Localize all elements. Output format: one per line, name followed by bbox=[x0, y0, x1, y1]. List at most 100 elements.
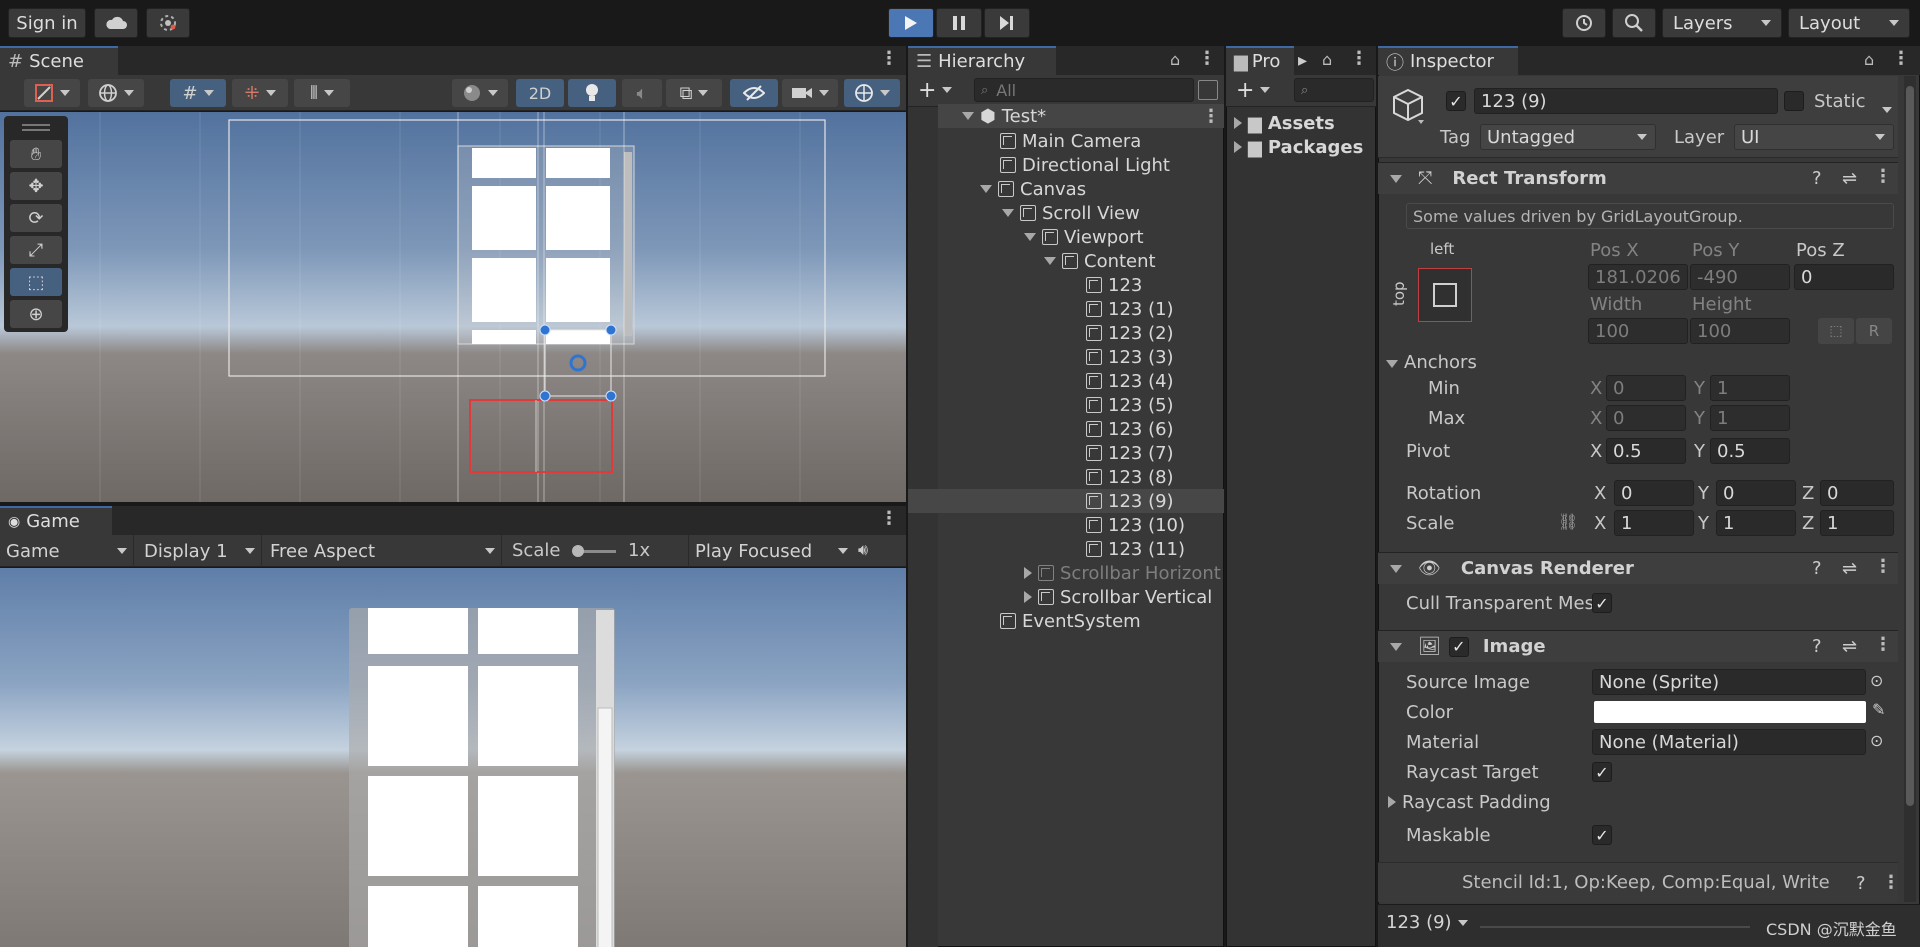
expand-icon[interactable] bbox=[1024, 591, 1032, 603]
scene-menu-icon[interactable]: ⋮ bbox=[880, 48, 898, 69]
hierarchy-item-scrollbar-vertical[interactable]: Scrollbar Vertical bbox=[1024, 585, 1212, 609]
expand-icon[interactable] bbox=[1002, 209, 1014, 217]
expand-icon[interactable] bbox=[1024, 567, 1032, 579]
mode-2d-button[interactable]: 2D bbox=[516, 79, 564, 107]
preset-icon[interactable]: ⇌ bbox=[1842, 636, 1857, 657]
help-icon[interactable]: ? bbox=[1812, 636, 1822, 657]
render-mode-button[interactable] bbox=[452, 79, 508, 107]
raycast-padding-label[interactable]: Raycast Padding bbox=[1388, 792, 1551, 813]
hierarchy-item-123-11[interactable]: 123 (11) bbox=[1086, 537, 1185, 561]
project-menu-icon[interactable]: ⋮ bbox=[1350, 48, 1368, 69]
inspector-scroll-thumb[interactable] bbox=[1906, 86, 1914, 806]
object-name-input[interactable]: 123 (9) bbox=[1474, 88, 1778, 114]
static-toggle[interactable] bbox=[1784, 91, 1804, 111]
material-field[interactable]: None (Material) bbox=[1592, 729, 1866, 755]
rot-x-field[interactable]: 0 bbox=[1614, 480, 1694, 506]
object-picker-icon[interactable]: ⊙ bbox=[1870, 731, 1883, 750]
hierarchy-item-eventsystem[interactable]: EventSystem bbox=[1000, 609, 1141, 633]
tag-dropdown[interactable]: Untagged bbox=[1480, 124, 1656, 150]
scale-slider-thumb[interactable] bbox=[572, 545, 584, 557]
anchor-preset-button[interactable] bbox=[1418, 268, 1472, 322]
layout-dropdown[interactable]: Layout bbox=[1788, 8, 1910, 38]
hierarchy-item-123-1[interactable]: 123 (1) bbox=[1086, 297, 1174, 321]
hierarchy-item-viewport[interactable]: Viewport bbox=[1024, 225, 1144, 249]
hierarchy-item-main-camera[interactable]: Main Camera bbox=[1000, 129, 1141, 153]
play-mode-dropdown[interactable]: Play Focused bbox=[688, 535, 854, 567]
posz-field[interactable]: 0 bbox=[1794, 264, 1894, 290]
hierarchy-search-input[interactable]: ⌕ All bbox=[974, 78, 1194, 102]
layers-dropdown[interactable]: Layers bbox=[1662, 8, 1782, 38]
tab-scene[interactable]: # Scene bbox=[0, 46, 118, 75]
anchors-label[interactable]: Anchors bbox=[1386, 352, 1477, 373]
project-create-button[interactable]: + bbox=[1236, 78, 1276, 103]
hierarchy-item-123-5[interactable]: 123 (5) bbox=[1086, 393, 1174, 417]
scene-viewport[interactable] bbox=[0, 112, 906, 502]
component-menu-icon[interactable]: ⋮ bbox=[1874, 556, 1892, 577]
component-menu-icon[interactable]: ⋮ bbox=[1874, 634, 1892, 655]
cloud-button[interactable] bbox=[94, 8, 138, 38]
inspector-menu-icon[interactable]: ⋮ bbox=[1892, 48, 1910, 69]
project-search-input[interactable]: ⌕ bbox=[1294, 78, 1374, 102]
maskable-checkbox[interactable]: ✓ bbox=[1592, 825, 1612, 845]
collapse-icon[interactable] bbox=[1390, 642, 1402, 651]
scene-row-menu-icon[interactable]: ⋮ bbox=[1202, 106, 1220, 127]
tab-project[interactable]: ▆ Pro bbox=[1226, 46, 1294, 75]
hierarchy-menu-icon[interactable]: ⋮ bbox=[1198, 48, 1216, 69]
snap-increment-button[interactable]: ⁜ bbox=[232, 79, 288, 107]
cull-transparent-checkbox[interactable]: ✓ bbox=[1592, 593, 1612, 613]
collab-button[interactable] bbox=[146, 8, 190, 38]
collapse-icon[interactable] bbox=[1390, 174, 1402, 183]
eyedropper-icon[interactable]: ✎ bbox=[1872, 700, 1885, 719]
hierarchy-item-directional-light[interactable]: Directional Light bbox=[1000, 153, 1170, 177]
layer-dropdown[interactable]: UI bbox=[1734, 124, 1894, 150]
hierarchy-item-123-2[interactable]: 123 (2) bbox=[1086, 321, 1174, 345]
game-view-dropdown[interactable]: Game bbox=[0, 535, 134, 567]
audio-button[interactable]: 🔈︎ bbox=[622, 79, 662, 107]
expand-icon[interactable] bbox=[980, 185, 992, 193]
lock-icon[interactable]: ⌂ bbox=[1170, 50, 1180, 69]
effects-button[interactable]: ⧉ bbox=[666, 79, 722, 107]
hierarchy-item-123-4[interactable]: 123 (4) bbox=[1086, 369, 1174, 393]
hierarchy-item-123-10[interactable]: 123 (10) bbox=[1086, 513, 1185, 537]
hierarchy-item-123-8[interactable]: 123 (8) bbox=[1086, 465, 1174, 489]
pivot-y-field[interactable]: 0.5 bbox=[1710, 438, 1790, 464]
scale-slider[interactable] bbox=[572, 545, 616, 557]
sign-in-button[interactable]: Sign in bbox=[8, 8, 86, 38]
gizmos-button[interactable] bbox=[844, 79, 900, 107]
pause-button[interactable] bbox=[936, 8, 982, 38]
inspector-scrollbar[interactable] bbox=[1904, 76, 1916, 902]
object-icon[interactable] bbox=[1388, 86, 1428, 126]
source-image-field[interactable]: None (Sprite) bbox=[1592, 669, 1866, 695]
stencil-menu-icon[interactable]: ⋮ bbox=[1882, 872, 1900, 893]
step-button[interactable] bbox=[984, 8, 1030, 38]
scene-root[interactable]: ⬢ Test* bbox=[962, 104, 1046, 128]
visibility-button[interactable] bbox=[730, 79, 778, 107]
hierarchy-item-canvas[interactable]: Canvas bbox=[980, 177, 1086, 201]
tab-inspector[interactable]: ⓘ Inspector bbox=[1378, 46, 1518, 75]
tab-game[interactable]: ◉ Game bbox=[0, 506, 112, 535]
expand-icon[interactable] bbox=[1024, 233, 1036, 241]
hierarchy-item-scroll-view[interactable]: Scroll View bbox=[1002, 201, 1140, 225]
grid-snap-button[interactable]: # bbox=[170, 79, 226, 107]
scene-visibility-icon[interactable] bbox=[1198, 80, 1218, 100]
rotate-tool[interactable]: ⟳ bbox=[10, 204, 62, 232]
palette-grip[interactable] bbox=[22, 124, 50, 126]
transform-tool[interactable]: ⊕ bbox=[10, 300, 62, 328]
project-tab-arrow[interactable]: ▸ bbox=[1298, 50, 1307, 71]
search-button[interactable] bbox=[1612, 8, 1656, 38]
hierarchy-create-button[interactable]: + bbox=[918, 78, 958, 103]
object-picker-icon[interactable]: ⊙ bbox=[1870, 671, 1883, 690]
display-dropdown[interactable]: Display 1 bbox=[138, 535, 262, 567]
rect-tool[interactable]: ⬚ bbox=[10, 268, 62, 296]
expand-icon[interactable] bbox=[1044, 257, 1056, 265]
globe-button[interactable] bbox=[88, 79, 144, 107]
blueprint-mode-button[interactable]: ⬚ bbox=[1818, 318, 1854, 344]
hierarchy-item-123-6[interactable]: 123 (6) bbox=[1086, 417, 1174, 441]
hierarchy-item-123-9[interactable]: 123 (9) bbox=[1086, 489, 1174, 513]
hierarchy-item-123[interactable]: 123 bbox=[1086, 273, 1142, 297]
expand-icon[interactable] bbox=[1234, 141, 1242, 153]
move-tool[interactable]: ✥ bbox=[10, 172, 62, 200]
help-icon[interactable]: ? bbox=[1856, 873, 1866, 894]
rot-y-field[interactable]: 0 bbox=[1716, 480, 1796, 506]
expand-icon[interactable] bbox=[1234, 117, 1242, 129]
